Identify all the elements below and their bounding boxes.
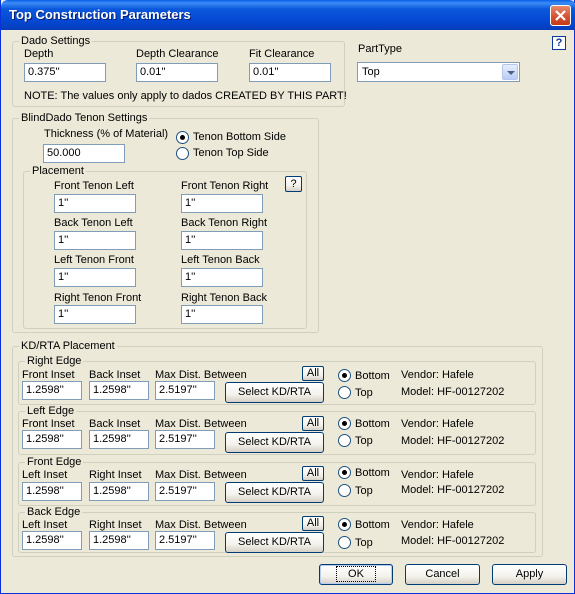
right-edge-vendor: Vendor: Hafele (401, 369, 474, 381)
depth-clearance-field[interactable]: 0.01'' (136, 63, 218, 82)
close-button[interactable] (550, 5, 571, 26)
left-tenon-front-field[interactable]: 1'' (54, 268, 136, 287)
right-edge-bottom-label[interactable]: Bottom (355, 370, 390, 383)
front-edge-title: Front Edge (25, 456, 84, 469)
front-edge-inset1-field[interactable]: 1.2598'' (22, 482, 82, 501)
back-edge-bottom-radio[interactable] (338, 518, 351, 531)
dialog-window: Top Construction Parameters ? Dado Setti… (0, 0, 575, 594)
right-edge-all-button[interactable]: All (302, 366, 324, 381)
depth-clearance-label: Depth Clearance (136, 48, 219, 60)
right-edge-max-field[interactable]: 2.5197'' (155, 381, 215, 400)
front-tenon-right-label: Front Tenon Right (181, 180, 269, 192)
placement-help-button[interactable]: ? (285, 176, 302, 192)
back-tenon-left-field[interactable]: 1'' (54, 231, 136, 250)
left-edge-max-field[interactable]: 2.5197'' (155, 430, 215, 449)
back-tenon-right-field[interactable]: 1'' (181, 231, 263, 250)
tenon-settings-title: BlindDado Tenon Settings (19, 112, 150, 125)
tenon-bottom-side-label[interactable]: Tenon Bottom Side (193, 131, 286, 144)
back-edge-top-label[interactable]: Top (355, 537, 373, 550)
right-tenon-front-label: Right Tenon Front (54, 292, 142, 304)
left-edge-select-kd-button[interactable]: Select KD/RTA (225, 432, 324, 453)
front-edge-vendor: Vendor: Hafele (401, 469, 474, 481)
left-edge-inset1-field[interactable]: 1.2598'' (22, 430, 82, 449)
context-help-icon[interactable]: ? (552, 36, 566, 50)
back-edge-model: Model: HF-00127202 (401, 535, 505, 547)
left-edge-bottom-label[interactable]: Bottom (355, 418, 390, 431)
part-type-label: PartType (358, 43, 403, 55)
left-edge-top-radio[interactable] (338, 434, 351, 447)
thickness-label: Thickness (% of Material) (44, 128, 169, 140)
apply-button[interactable]: Apply (492, 564, 567, 585)
dado-settings-title: Dado Settings (19, 35, 93, 48)
back-edge-title: Back Edge (25, 506, 83, 519)
front-edge-inset2-field[interactable]: 1.2598'' (89, 482, 149, 501)
left-edge-inset2-field[interactable]: 1.2598'' (89, 430, 149, 449)
part-type-value: Top (362, 66, 380, 78)
ok-button-label: OK (336, 566, 376, 582)
left-edge-model: Model: HF-00127202 (401, 435, 505, 447)
window-title: Top Construction Parameters (9, 7, 191, 22)
right-edge-inset2-field[interactable]: 1.2598'' (89, 381, 149, 400)
depth-field[interactable]: 0.375'' (24, 63, 106, 82)
right-edge-inset1-field[interactable]: 1.2598'' (22, 381, 82, 400)
back-edge-vendor: Vendor: Hafele (401, 519, 474, 531)
fit-clearance-field[interactable]: 0.01'' (249, 63, 331, 82)
front-tenon-right-field[interactable]: 1'' (181, 194, 263, 213)
back-edge-bottom-label[interactable]: Bottom (355, 519, 390, 532)
front-edge-top-radio[interactable] (338, 484, 351, 497)
front-edge-max-field[interactable]: 2.5197'' (155, 482, 215, 501)
right-tenon-front-field[interactable]: 1'' (54, 305, 136, 324)
depth-label: Depth (24, 48, 54, 60)
right-tenon-back-field[interactable]: 1'' (181, 305, 263, 324)
ok-button[interactable]: OK (319, 564, 393, 585)
right-edge-bottom-radio[interactable] (338, 369, 351, 382)
left-edge-vendor: Vendor: Hafele (401, 418, 474, 430)
right-edge-title: Right Edge (25, 355, 84, 368)
front-tenon-left-field[interactable]: 1'' (54, 194, 136, 213)
left-tenon-back-field[interactable]: 1'' (181, 268, 263, 287)
right-edge-select-kd-button[interactable]: Select KD/RTA (225, 382, 324, 403)
right-edge-top-label[interactable]: Top (355, 387, 373, 400)
left-edge-title: Left Edge (25, 405, 77, 418)
tenon-top-side-label[interactable]: Tenon Top Side (193, 147, 269, 160)
front-edge-all-button[interactable]: All (302, 466, 324, 481)
part-type-select[interactable]: Top (357, 62, 520, 82)
back-edge-select-kd-button[interactable]: Select KD/RTA (225, 532, 324, 553)
right-edge-top-radio[interactable] (338, 386, 351, 399)
left-edge-bottom-radio[interactable] (338, 417, 351, 430)
back-edge-inset1-field[interactable]: 1.2598'' (22, 531, 82, 550)
front-edge-bottom-label[interactable]: Bottom (355, 467, 390, 480)
cancel-button[interactable]: Cancel (405, 564, 480, 585)
tenon-top-side-radio[interactable] (176, 147, 189, 160)
fit-clearance-label: Fit Clearance (249, 48, 315, 60)
kd-rta-title: KD/RTA Placement (19, 340, 117, 353)
back-edge-top-radio[interactable] (338, 536, 351, 549)
front-edge-max-label: Max Dist. Between (155, 469, 247, 481)
left-tenon-front-label: Left Tenon Front (54, 254, 134, 266)
front-tenon-left-label: Front Tenon Left (54, 180, 134, 192)
chevron-down-icon[interactable] (502, 64, 518, 80)
back-edge-inset2-field[interactable]: 1.2598'' (89, 531, 149, 550)
placement-title: Placement (30, 165, 86, 178)
dado-note: NOTE: The values only apply to dados CRE… (24, 90, 347, 102)
front-edge-inset1-label: Left Inset (22, 469, 68, 481)
close-icon (555, 10, 566, 21)
left-edge-top-label[interactable]: Top (355, 435, 373, 448)
right-tenon-back-label: Right Tenon Back (181, 292, 268, 304)
title-bar[interactable]: Top Construction Parameters (1, 0, 575, 30)
left-tenon-back-label: Left Tenon Back (181, 254, 260, 266)
tenon-bottom-side-radio[interactable] (176, 131, 189, 144)
back-tenon-left-label: Back Tenon Left (54, 217, 133, 229)
right-edge-model: Model: HF-00127202 (401, 386, 505, 398)
front-edge-bottom-radio[interactable] (338, 466, 351, 479)
front-edge-select-kd-button[interactable]: Select KD/RTA (225, 482, 324, 503)
front-edge-inset2-label: Right Inset (89, 469, 142, 481)
back-tenon-right-label: Back Tenon Right (181, 217, 268, 229)
thickness-field[interactable]: 50.000 (43, 144, 125, 163)
front-edge-top-label[interactable]: Top (355, 485, 373, 498)
front-edge-model: Model: HF-00127202 (401, 484, 505, 496)
back-edge-max-field[interactable]: 2.5197'' (155, 531, 215, 550)
back-edge-all-button[interactable]: All (302, 516, 324, 531)
left-edge-all-button[interactable]: All (302, 416, 324, 431)
